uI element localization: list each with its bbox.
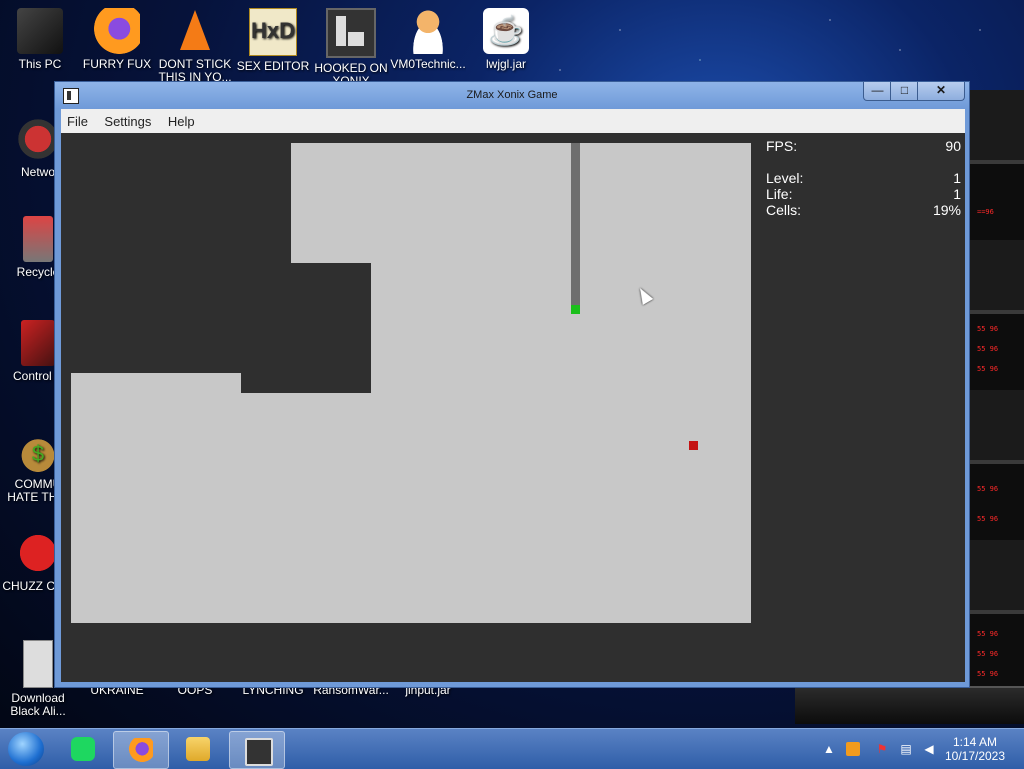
menu-settings[interactable]: Settings: [98, 109, 157, 129]
recycle-bin-icon: [23, 216, 53, 262]
control-panel-icon: [21, 320, 55, 366]
captured-area: [241, 393, 751, 623]
menu-bar: File Settings Help: [61, 109, 965, 134]
taskbar: ▲ ⚑ ▤ ◀ 1:14 AM 10/17/2023: [0, 728, 1024, 769]
fps-label: FPS:: [766, 138, 798, 154]
game-client-area: FPS: 90 Level: 1 Life: 1 Cells: 19%: [61, 133, 965, 682]
desktop-icon-lwjgl-jar[interactable]: ☕ lwjgl.jar: [468, 8, 544, 84]
menu-help[interactable]: Help: [162, 109, 201, 129]
fps-value: 90: [945, 138, 961, 154]
taskbar-clock[interactable]: 1:14 AM 10/17/2023: [930, 735, 1020, 763]
taskbar-spotify[interactable]: [56, 731, 110, 767]
hxd-icon: HxD: [249, 8, 297, 56]
close-button[interactable]: ✕: [917, 82, 965, 101]
enemy-ball: [689, 441, 698, 450]
desktop-icon-dont-stick[interactable]: DONT STICK THIS IN YO...: [157, 8, 233, 84]
action-center-icon[interactable]: ⚑: [875, 742, 889, 756]
window-titlebar[interactable]: ZMax Xonix Game — □ ✕: [55, 82, 969, 109]
xonix-icon: [245, 738, 273, 766]
menu-file[interactable]: File: [61, 109, 94, 129]
java-icon: ☕: [483, 8, 529, 54]
level-label: Level:: [766, 170, 804, 186]
file-explorer-icon: [186, 737, 210, 761]
clock-date: 10/17/2023: [944, 749, 1006, 763]
cells-label: Cells:: [766, 202, 802, 218]
desktop-icon-sex-editor[interactable]: HxD SEX EDITOR: [235, 8, 311, 86]
xonix-game-window[interactable]: ZMax Xonix Game — □ ✕ File Settings Help…: [54, 81, 970, 688]
this-pc-icon: [17, 8, 63, 54]
captured-area: [371, 373, 751, 393]
xonix-icon: [326, 8, 376, 58]
desktop-icon-furry-fux[interactable]: FURRY FUX: [79, 8, 155, 84]
vlc-icon: [172, 8, 218, 54]
taskbar-file-explorer[interactable]: [171, 731, 225, 767]
taskbar-xonix[interactable]: [229, 731, 285, 769]
network-icon[interactable]: ▤: [899, 742, 913, 756]
firefox-icon: [94, 8, 140, 54]
life-value: 1: [953, 186, 961, 202]
sublime-icon[interactable]: [846, 742, 860, 756]
player-trail: [571, 143, 580, 305]
window-title: ZMax Xonix Game: [466, 89, 558, 101]
stats-panel: FPS: 90 Level: 1 Life: 1 Cells: 19%: [766, 138, 961, 218]
captured-area: [291, 143, 751, 263]
desktop-icon-hooked-on-xonix[interactable]: HOOKED ON XONIX: [313, 8, 389, 88]
show-hidden-icon[interactable]: ▲: [822, 742, 836, 756]
level-value: 1: [953, 170, 961, 186]
life-row: Life: 1: [766, 186, 961, 202]
clock-time: 1:14 AM: [952, 735, 998, 749]
desktop-widget-panel: ==96 55 96 55 96 55 96 55 96 55 96 55 96…: [965, 90, 1024, 720]
minimize-button[interactable]: —: [863, 82, 892, 101]
desktop-icon-vm0technic[interactable]: VM0Technic...: [390, 8, 466, 84]
desktop-icon-this-pc[interactable]: This PC: [2, 8, 78, 84]
cells-value: 19%: [932, 202, 961, 218]
player-cursor: [571, 305, 580, 314]
captured-area: [371, 263, 751, 373]
captured-area: [71, 373, 241, 623]
game-board[interactable]: [71, 143, 751, 623]
doctor-icon: [405, 8, 451, 54]
desktop-widget-bottom: [795, 686, 1024, 724]
start-button[interactable]: [8, 732, 44, 766]
maximize-button[interactable]: □: [890, 82, 919, 101]
system-tray: ▲ ⚑ ▤ ◀ 1:14 AM 10/17/2023: [820, 729, 1024, 769]
firefox-icon: [129, 738, 153, 762]
cells-row: Cells: 19%: [766, 202, 961, 218]
taskbar-firefox[interactable]: [113, 731, 169, 769]
life-label: Life:: [766, 186, 793, 202]
download-file-icon: [23, 640, 53, 688]
spotify-icon: [71, 737, 95, 761]
level-row: Level: 1: [766, 170, 961, 186]
fps-row: FPS: 90: [766, 138, 961, 154]
